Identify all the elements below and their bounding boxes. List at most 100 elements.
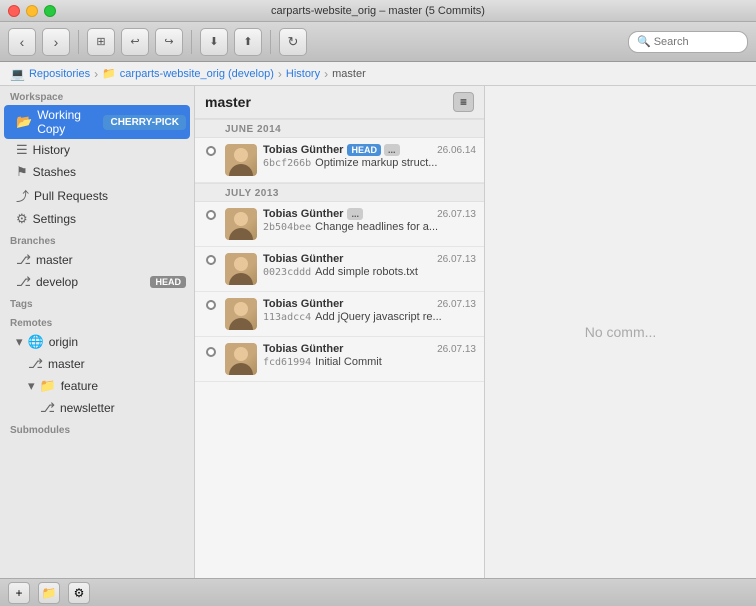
commit-row1-2: Tobias Günther ... 26.07.13: [263, 208, 476, 220]
dots-badge-1: ...: [384, 144, 400, 156]
toolbar-btn-2[interactable]: ↩: [121, 28, 149, 56]
search-container: 🔍: [628, 31, 748, 53]
tags-section-label: Tags: [0, 293, 194, 312]
forward-button[interactable]: ›: [42, 28, 70, 56]
commit-item-4[interactable]: Tobias Günther 26.07.13 113adcc4 Add jQu…: [195, 292, 484, 337]
origin-master-icon: ⎇: [28, 356, 43, 372]
graph-col-2: [203, 210, 219, 220]
sidebar-item-origin[interactable]: ▾ 🌐 origin: [0, 331, 194, 353]
submodules-section-label: Submodules: [0, 419, 194, 438]
sidebar-item-stashes[interactable]: ⚑ Stashes: [0, 161, 194, 183]
commit-row1-1: Tobias Günther HEAD ... 26.06.14: [263, 144, 476, 156]
breadcrumb-history[interactable]: History: [286, 68, 320, 80]
breadcrumb-sep3: ›: [324, 67, 328, 81]
commit-author-2: Tobias Günther: [263, 208, 343, 220]
cherry-pick-badge: CHERRY-PICK: [103, 115, 186, 130]
commit-panel: master ≡ JUNE 2014: [195, 86, 485, 578]
commit-row1-5: Tobias Günther 26.07.13: [263, 343, 476, 355]
refresh-button[interactable]: ↻: [279, 28, 307, 56]
close-button[interactable]: [8, 5, 20, 17]
no-commit-text: No comm...: [585, 324, 657, 340]
stashes-label: Stashes: [33, 165, 186, 179]
toolbar-btn-3[interactable]: ↪: [155, 28, 183, 56]
history-icon: ☰: [16, 142, 28, 158]
branch-menu-button[interactable]: ≡: [453, 92, 474, 112]
toolbar-separator: [78, 30, 79, 54]
commit-row2-3: 0023cddd Add simple robots.txt: [263, 266, 476, 278]
commit-message-5: Initial Commit: [315, 356, 382, 368]
commit-hash-4: 113adcc4: [263, 312, 311, 323]
maximize-button[interactable]: [44, 5, 56, 17]
feature-expand-icon: ▾: [28, 378, 35, 394]
sidebar-item-origin-newsletter[interactable]: ⎇ newsletter: [0, 397, 194, 419]
commit-item-3[interactable]: Tobias Günther 26.07.13 0023cddd Add sim…: [195, 247, 484, 292]
commits-scroll[interactable]: JUNE 2014 Tobias Günther HEAD: [195, 119, 484, 578]
commit-item-1[interactable]: Tobias Günther HEAD ... 26.06.14 6bcf266…: [195, 138, 484, 183]
window-controls: [8, 5, 56, 17]
breadcrumb-sep1: ›: [94, 67, 98, 81]
bottom-bar: + 📁 ⚙: [0, 578, 756, 606]
commit-info-3: Tobias Günther 26.07.13 0023cddd Add sim…: [263, 253, 476, 278]
commit-row1-3: Tobias Günther 26.07.13: [263, 253, 476, 265]
settings-icon: ⚙: [16, 211, 28, 227]
pull-requests-icon: ⤴: [16, 186, 29, 205]
gear-button[interactable]: ⚙: [68, 582, 90, 604]
sidebar-item-master[interactable]: ⎇ master: [0, 249, 194, 271]
avatar-face-1: [225, 144, 257, 176]
toolbar-btn-4[interactable]: ⬇: [200, 28, 228, 56]
remotes-section-label: Remotes: [0, 312, 194, 331]
sidebar-item-settings[interactable]: ⚙ Settings: [0, 208, 194, 230]
commit-message-2: Change headlines for a...: [315, 221, 438, 233]
month-label-july: JULY 2013: [195, 183, 484, 202]
commit-badges-2: ...: [347, 208, 363, 220]
main-layout: Workspace 📂 Working Copy CHERRY-PICK ☰ H…: [0, 86, 756, 578]
origin-master-label: master: [48, 357, 186, 371]
breadcrumb-repo[interactable]: carparts-website_orig (develop): [120, 68, 274, 80]
origin-label: origin: [49, 335, 186, 349]
panel-branch-name: master: [205, 94, 251, 110]
branch-icon-master: ⎇: [16, 252, 31, 268]
breadcrumb: 💻 Repositories › 📁 carparts-website_orig…: [0, 62, 756, 86]
sidebar-item-origin-master[interactable]: ⎇ master: [0, 353, 194, 375]
commit-item-5[interactable]: Tobias Günther 26.07.13 fcd61994 Initial…: [195, 337, 484, 382]
branches-section-label: Branches: [0, 230, 194, 249]
avatar-1: [225, 144, 257, 176]
folder-button[interactable]: 📁: [38, 582, 60, 604]
commit-item-2[interactable]: Tobias Günther ... 26.07.13 2b504bee Cha…: [195, 202, 484, 247]
toolbar-btn-1[interactable]: ⊞: [87, 28, 115, 56]
avatar-face-4: [225, 298, 257, 330]
newsletter-label: newsletter: [60, 401, 186, 415]
sidebar-item-history[interactable]: ☰ History: [0, 139, 194, 161]
graph-dot-5: [206, 347, 216, 357]
graph-dot-1: [206, 146, 216, 156]
sidebar-item-pull-requests[interactable]: ⤴ Pull Requests: [0, 183, 194, 208]
toolbar: ‹ › ⊞ ↩ ↪ ⬇ ⬆ ↻ 🔍: [0, 22, 756, 62]
commit-hash-2: 2b504bee: [263, 222, 311, 233]
feature-label: feature: [61, 379, 186, 393]
commit-row2-4: 113adcc4 Add jQuery javascript re...: [263, 311, 476, 323]
search-input[interactable]: [654, 36, 739, 48]
back-button[interactable]: ‹: [8, 28, 36, 56]
commit-author-4: Tobias Günther: [263, 298, 343, 310]
commit-info-4: Tobias Günther 26.07.13 113adcc4 Add jQu…: [263, 298, 476, 323]
stashes-icon: ⚑: [16, 164, 28, 180]
sidebar-item-working-copy[interactable]: 📂 Working Copy CHERRY-PICK: [4, 105, 190, 139]
commit-badges-1: HEAD ...: [347, 144, 399, 156]
minimize-button[interactable]: [26, 5, 38, 17]
titlebar: carparts-website_orig – master (5 Commit…: [0, 0, 756, 22]
sidebar-item-develop[interactable]: ⎇ develop HEAD: [0, 271, 194, 293]
commit-date-3: 26.07.13: [437, 254, 476, 265]
settings-label: Settings: [33, 212, 186, 226]
branch-icon-develop: ⎇: [16, 274, 31, 290]
commit-author-3: Tobias Günther: [263, 253, 343, 265]
sidebar-item-origin-feature[interactable]: ▾ 📁 feature: [0, 375, 194, 397]
month-label-june: JUNE 2014: [195, 119, 484, 138]
commit-hash-1: 6bcf266b: [263, 158, 311, 169]
toolbar-btn-5[interactable]: ⬆: [234, 28, 262, 56]
head-badge-1: HEAD: [347, 144, 381, 156]
breadcrumb-repositories[interactable]: Repositories: [29, 68, 90, 80]
commit-date-4: 26.07.13: [437, 299, 476, 310]
working-copy-icon: 📂: [16, 114, 32, 130]
add-button[interactable]: +: [8, 582, 30, 604]
commit-hash-5: fcd61994: [263, 357, 311, 368]
